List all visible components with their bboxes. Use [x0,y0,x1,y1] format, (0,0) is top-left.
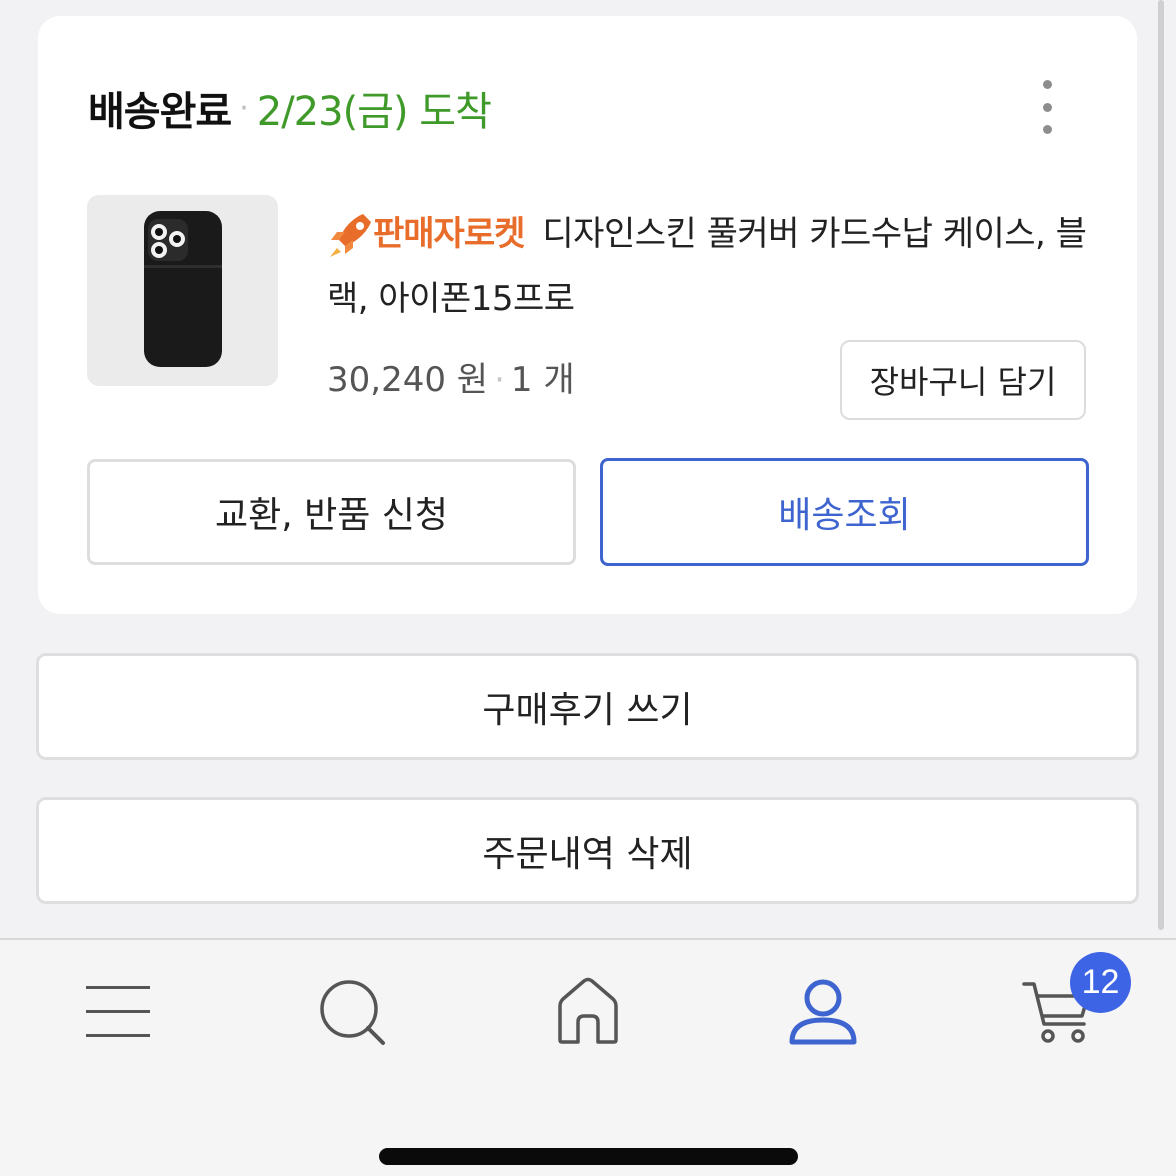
delivery-tracking-button[interactable]: 배송조회 [600,458,1089,566]
quantity: 1 개 [510,360,575,400]
delete-order-button[interactable]: 주문내역 삭제 [36,797,1139,904]
scrollbar[interactable] [1158,0,1164,930]
exchange-return-button[interactable]: 교환, 반품 신청 [87,459,576,565]
product-thumbnail[interactable] [87,195,278,386]
delivery-status: 배송완료 [88,89,232,135]
more-options-icon[interactable] [1033,80,1061,134]
user-icon[interactable] [788,978,858,1048]
arrival-date: 2/23(금) 도착 [256,89,492,135]
bottom-tab-bar [0,938,1176,1176]
product-title[interactable]: 판매자로켓 디자인스킨 풀커버 카드수납 케이스, 블랙, 아이폰15프로 [327,202,1087,332]
cart-count-badge: 12 [1070,952,1131,1013]
search-icon[interactable] [318,978,388,1048]
status-separator: · [239,90,249,126]
seller-rocket-badge: 판매자로켓 [327,202,525,267]
home-icon[interactable] [554,976,622,1046]
delivery-status-line: 배송완료 · 2/23(금) 도착 [88,78,492,138]
seller-rocket-label: 판매자로켓 [373,214,525,254]
price: 30,240 원 [327,360,489,400]
menu-icon[interactable] [84,982,152,1040]
home-indicator[interactable] [379,1148,798,1165]
rocket-icon [330,213,371,257]
write-review-button[interactable]: 구매후기 쓰기 [36,653,1139,760]
price-quantity: 30,240 원 · 1 개 [327,360,575,400]
add-to-cart-button[interactable]: 장바구니 담기 [840,340,1086,420]
